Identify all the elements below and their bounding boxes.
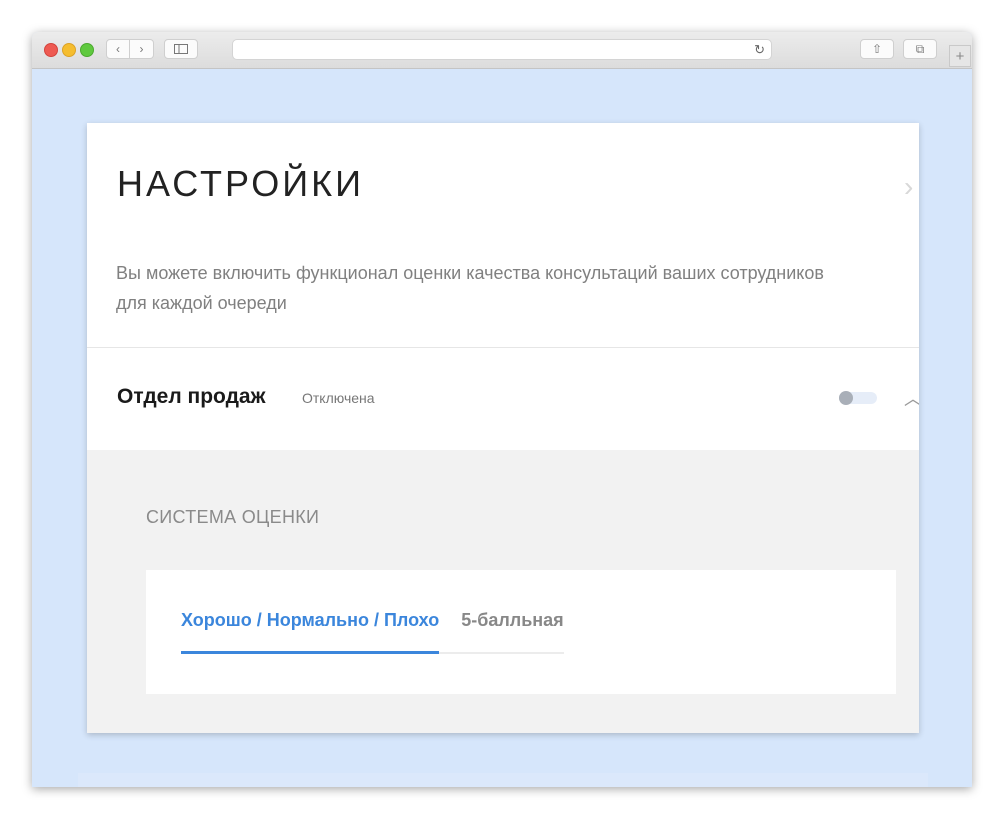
next-card-edge: [78, 773, 928, 787]
rating-section-title: СИСТЕМА ОЦЕНКИ: [146, 507, 320, 527]
page-title: НАСТРОЙКИ: [117, 163, 364, 204]
close-window-button[interactable]: [44, 43, 58, 57]
browser-window: ‹ › ↻ ⇧ ⧉ + НАСТРОЙКИ › Вы можете включи…: [32, 32, 972, 787]
rating-panel: СИСТЕМА ОЦЕНКИ Хорошо / Нормально / Плох…: [87, 450, 919, 733]
show-tabs-button[interactable]: ⧉: [903, 39, 937, 59]
queue-status: Отключена: [302, 390, 375, 406]
chevron-right-icon: ›: [139, 42, 144, 56]
divider: [87, 347, 919, 348]
share-button[interactable]: ⇧: [860, 39, 894, 59]
new-tab-button[interactable]: +: [949, 45, 971, 67]
toggle-knob: [839, 391, 853, 405]
queue-name: Отдел продаж: [117, 385, 266, 408]
chevron-left-icon: ‹: [116, 42, 120, 56]
settings-description: Вы можете включить функционал оценки кач…: [116, 263, 824, 313]
forward-button[interactable]: ›: [130, 39, 154, 59]
back-button[interactable]: ‹: [106, 39, 130, 59]
minimize-window-button[interactable]: [62, 43, 76, 57]
rating-tabs: Хорошо / Нормально / Плохо 5-балльная: [181, 610, 564, 654]
tabs-icon: ⧉: [915, 41, 925, 56]
navigation-buttons: ‹ ›: [106, 39, 154, 59]
rating-toggle[interactable]: [839, 391, 877, 405]
rating-options-box: Хорошо / Нормально / Плохо 5-балльная: [146, 570, 896, 694]
sidebar-icon: [174, 44, 188, 54]
plus-icon: +: [955, 47, 965, 65]
settings-card: НАСТРОЙКИ › Вы можете включить функциона…: [87, 123, 919, 733]
address-bar[interactable]: ↻: [232, 39, 772, 60]
zoom-window-button[interactable]: [80, 43, 94, 57]
reload-icon[interactable]: ↻: [754, 42, 765, 58]
tab-five-point[interactable]: 5-балльная: [461, 610, 563, 652]
browser-toolbar: ‹ › ↻ ⇧ ⧉ +: [32, 32, 972, 69]
sidebar-toggle-button[interactable]: [164, 39, 198, 59]
chevron-right-icon[interactable]: ›: [904, 171, 913, 203]
share-icon: ⇧: [871, 42, 883, 56]
tab-good-normal-bad[interactable]: Хорошо / Нормально / Плохо: [181, 610, 440, 654]
collapse-chevron-icon[interactable]: ︿: [904, 385, 919, 411]
